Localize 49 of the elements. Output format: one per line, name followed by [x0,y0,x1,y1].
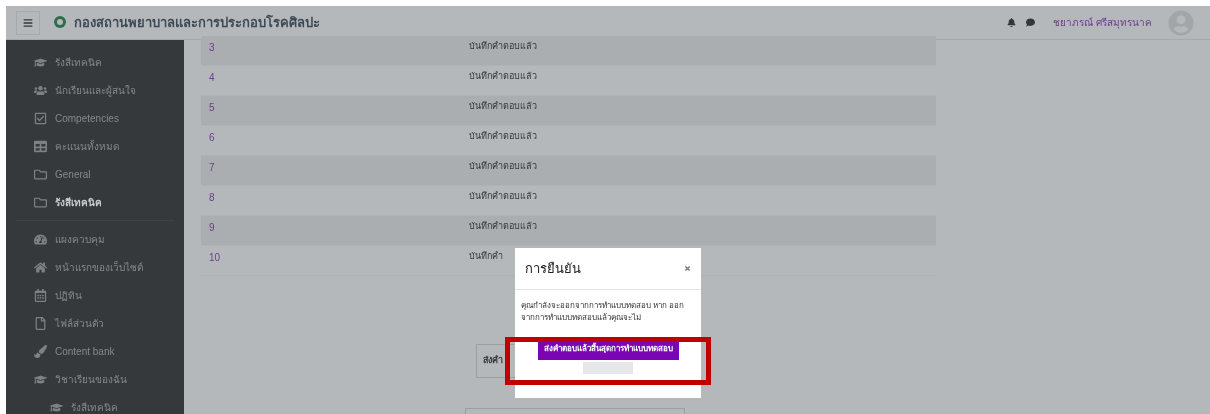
question-link[interactable]: 8 [201,190,469,205]
close-icon[interactable] [684,265,691,272]
status-text: บันทึกคำตอบแล้ว [469,160,537,173]
sidebar-item[interactable]: วิชาเรียนของฉัน [55,371,127,387]
home-icon [34,260,47,274]
sidebar-item[interactable]: Competencies [55,110,119,126]
status-text: บันทึกคำตอบแล้ว [469,70,537,83]
status-text: บันทึกคำตอบแล้ว [469,220,537,233]
sidebar-item[interactable]: General [55,166,91,182]
chat-icon[interactable] [1026,18,1036,27]
users-icon [34,83,47,97]
user-name-link[interactable]: ชยาภรณ์ ศรีสมุทรนาค [1053,15,1152,30]
sidebar-item[interactable]: รังสีเทคนิค [55,54,102,70]
folder-icon [34,195,47,209]
question-link[interactable]: 4 [201,70,469,85]
folder-icon [34,167,47,181]
status-text: บันทึกคำตอบแล้ว [469,100,537,113]
sidebar-item[interactable]: รังสีเทคนิค [71,399,118,414]
question-link[interactable]: 3 [201,40,469,55]
dialog-title: การยืนยัน [525,259,581,278]
question-link[interactable]: 10 [201,250,469,265]
bell-icon[interactable] [1007,18,1017,27]
status-text: บันทึกคำตอบแล้ว [469,190,537,203]
logo-icon [52,14,68,31]
site-title: กองสถานพยาบาลและการประกอบโรคศิลปะ [74,13,320,32]
sidebar-item[interactable]: ไฟล์ส่วนตัว [55,315,104,331]
sidebar-item[interactable]: ปฏิทิน [55,287,82,303]
brush-icon [34,344,47,358]
sidebar-item[interactable]: Content bank [55,343,115,359]
status-text: บันทึกคำตอบแล้ว [469,40,537,53]
file-icon [34,316,47,330]
sidebar-item[interactable]: นักเรียนและผู้สนใจ [55,82,136,98]
question-link[interactable]: 5 [201,100,469,115]
question-link[interactable]: 9 [201,220,469,235]
menu-button[interactable] [16,10,40,35]
sidebar-item[interactable]: รังสีเทคนิค [55,194,102,210]
table-icon [34,139,47,153]
status-text: บันทึกคำ [469,250,503,263]
calendar-icon [34,288,47,302]
status-text: บันทึกคำตอบแล้ว [469,130,537,143]
sidebar-item[interactable]: หน้าแรกของเว็บไซต์ [55,259,143,275]
gauge-icon [34,232,47,246]
menu-icon [23,17,33,28]
dialog-message: คุณกำลังจะออกจากการทำแบบทดสอบ หาก ออกจากการทำแบบทดสอบแล้วคุณจะไม่ [520,300,686,324]
sidebar-item[interactable]: คะแนนทั้งหมด [55,138,119,154]
question-link[interactable]: 6 [201,130,469,145]
question-link[interactable]: 7 [201,160,469,175]
sidebar-item[interactable]: แผงควบคุม [55,231,105,247]
checkbox-icon [34,111,47,125]
